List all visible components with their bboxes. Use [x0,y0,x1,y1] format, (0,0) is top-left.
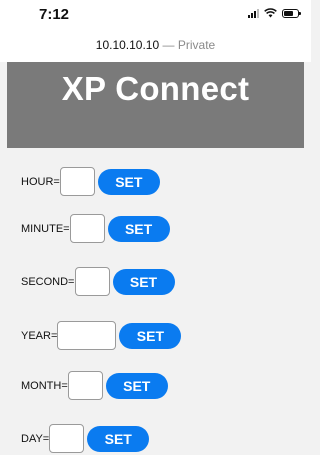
year-label: YEAR= [21,329,58,342]
address-separator: — [162,38,175,52]
day-input[interactable] [49,424,85,453]
status-time: 7:12 [39,6,70,23]
month-row: MONTH= SET [21,369,168,402]
address-bar[interactable]: 10.10.10.10 — Private [0,34,311,62]
second-label: SECOND= [21,275,75,288]
hour-input[interactable] [59,167,95,196]
second-row: SECOND= SET [21,265,175,298]
page-header: XP Connect [7,62,304,148]
set-minute-button[interactable]: SET [107,215,170,242]
day-row: DAY= SET [21,422,150,455]
set-second-button[interactable]: SET [112,268,175,295]
month-label: MONTH= [21,379,68,392]
settings-form: HOUR= SET MINUTE= SET SECOND= SET YEAR= … [7,148,304,453]
set-day-button[interactable]: SET [87,425,150,452]
second-input[interactable] [74,267,110,296]
set-year-button[interactable]: SET [119,322,182,349]
minute-input[interactable] [69,214,105,243]
hour-row: HOUR= SET [21,165,160,198]
battery-icon [282,8,301,18]
month-input[interactable] [67,371,103,400]
hour-label: HOUR= [21,175,60,188]
cellular-signal-icon [248,8,259,18]
status-bar: 7:12 [0,0,311,34]
minute-row: MINUTE= SET [21,212,170,245]
private-mode-label: Private [177,38,216,52]
set-month-button[interactable]: SET [105,372,168,399]
year-row: YEAR= SET [21,319,182,352]
page-title: XP Connect [61,70,250,107]
set-hour-button[interactable]: SET [97,168,160,195]
status-icons [248,8,301,18]
wifi-icon [264,8,277,18]
address-host: 10.10.10.10 [95,38,160,52]
day-label: DAY= [21,432,50,445]
minute-label: MINUTE= [21,222,70,235]
year-input[interactable] [57,321,117,350]
